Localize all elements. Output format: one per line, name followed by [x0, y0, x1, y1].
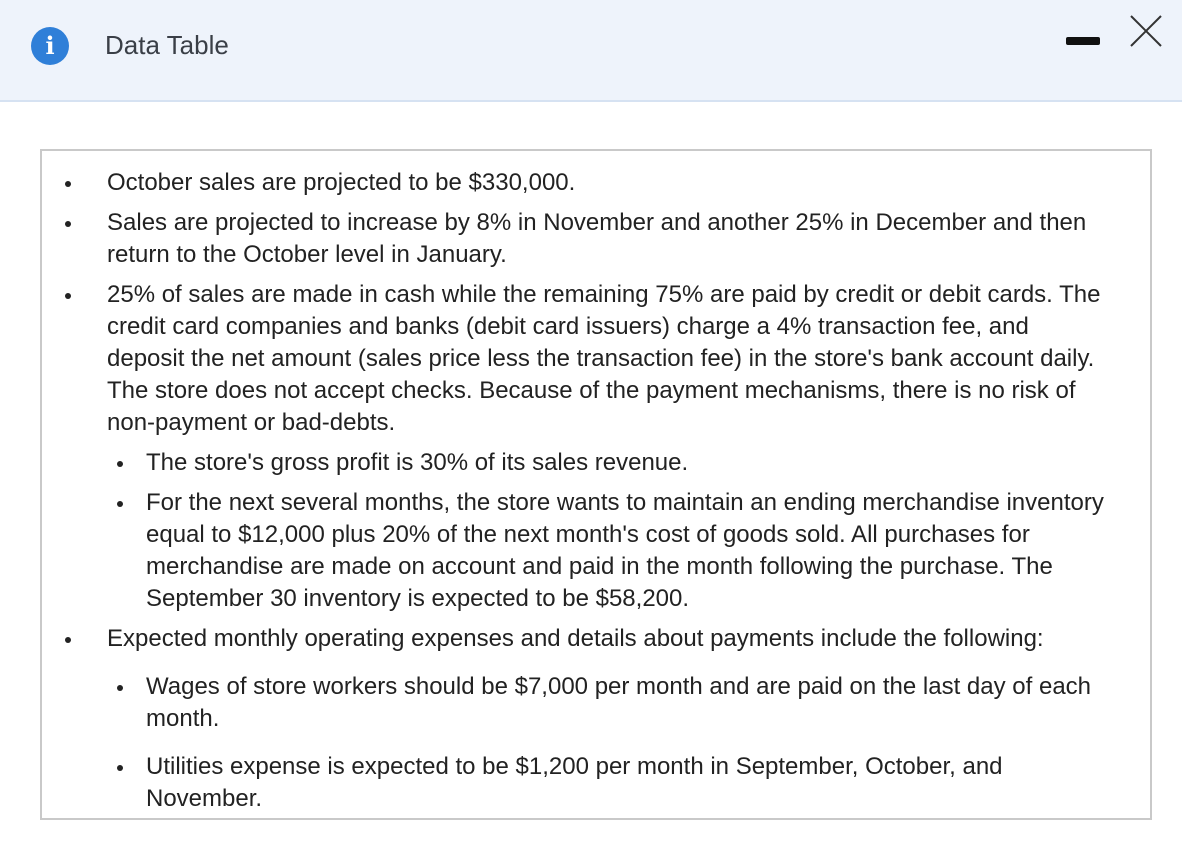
sub-list: Wages of store workers should be $7,000 … [107, 671, 1110, 815]
sub-list: The store's gross profit is 30% of its s… [107, 447, 1110, 615]
sub-list-item-text: For the next several months, the store w… [146, 489, 1104, 612]
list-item: Expected monthly operating expenses and … [42, 623, 1150, 815]
sub-list-item: Utilities expense is expected to be $1,2… [107, 751, 1110, 815]
dialog-title: Data Table [105, 30, 229, 60]
minimize-icon [1066, 37, 1100, 45]
list-item: Sales are projected to increase by 8% in… [42, 207, 1150, 271]
dialog-titlebar: i Data Table [0, 0, 1182, 102]
sub-list-item-text: The store's gross profit is 30% of its s… [146, 449, 689, 476]
list-item-text: October sales are projected to be $330,0… [107, 169, 576, 196]
minimize-button[interactable] [1066, 26, 1100, 60]
list-item: October sales are projected to be $330,0… [42, 167, 1150, 199]
bullet-list: October sales are projected to be $330,0… [42, 167, 1150, 818]
list-item-text: 25% of sales are made in cash while the … [107, 281, 1101, 436]
data-table-content[interactable]: October sales are projected to be $330,0… [40, 149, 1152, 820]
info-icon: i [31, 27, 69, 65]
sub-list-item: Wages of store workers should be $7,000 … [107, 671, 1110, 735]
sub-list-item-text: Wages of store workers should be $7,000 … [146, 673, 1092, 732]
list-item-text: Expected monthly operating expenses and … [107, 625, 1044, 652]
list-item: 25% of sales are made in cash while the … [42, 279, 1150, 615]
close-button[interactable] [1128, 13, 1164, 49]
list-item-text: Sales are projected to increase by 8% in… [107, 209, 1087, 268]
sub-list-item-text: Utilities expense is expected to be $1,2… [146, 753, 1003, 812]
close-icon [1130, 15, 1162, 47]
sub-list-item: For the next several months, the store w… [107, 487, 1110, 615]
sub-list-item: The store's gross profit is 30% of its s… [107, 447, 1110, 479]
